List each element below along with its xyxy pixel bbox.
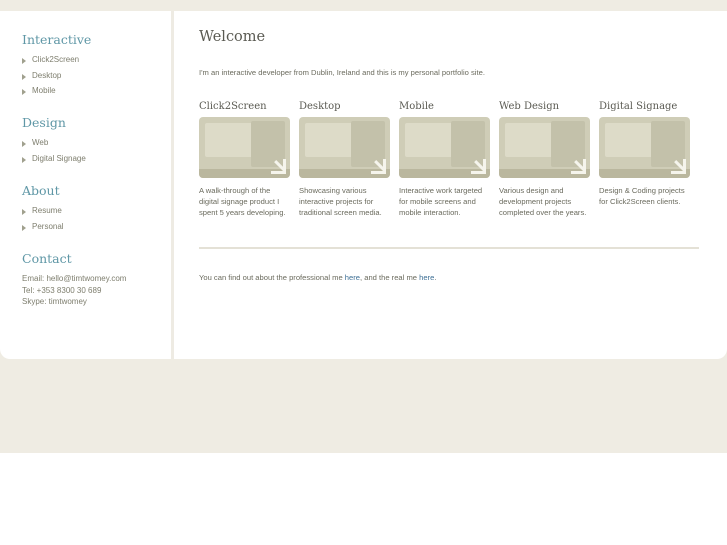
project-description: Showcasing various interactive projects …	[299, 186, 382, 218]
personal-link[interactable]: here	[419, 273, 434, 282]
project-description: A walk-through of the digital signage pr…	[199, 186, 286, 218]
project-title[interactable]: Digital Signage	[599, 101, 691, 112]
arrow-down-right-icon	[571, 159, 586, 174]
arrow-down-right-icon	[671, 159, 686, 174]
triangle-right-icon	[22, 156, 26, 163]
page-title: Welcome	[199, 29, 266, 45]
section-title-about: About	[22, 183, 60, 198]
contact-skype: Skype: timtwomey	[22, 297, 87, 306]
triangle-right-icon	[22, 58, 26, 65]
nav-list-about: Resume Personal	[22, 203, 64, 234]
triangle-right-icon	[22, 89, 26, 96]
triangle-right-icon	[22, 141, 26, 148]
project-title[interactable]: Mobile	[399, 101, 491, 112]
content-card: Interactive Click2Screen Desktop Mobile …	[0, 11, 727, 359]
sidebar-item-digital-signage[interactable]: Digital Signage	[22, 151, 86, 167]
project-digital-signage: Digital Signage Design & Coding projects…	[599, 101, 691, 207]
arrow-down-right-icon	[371, 159, 386, 174]
sidebar-item-desktop[interactable]: Desktop	[22, 68, 79, 84]
project-thumbnail[interactable]	[199, 117, 290, 178]
project-title[interactable]: Desktop	[299, 101, 391, 112]
project-description: Interactive work targeted for mobile scr…	[399, 186, 483, 218]
section-title-interactive: Interactive	[22, 32, 92, 47]
project-thumbnail[interactable]	[599, 117, 690, 178]
project-thumbnail[interactable]	[299, 117, 390, 178]
project-web-design: Web Design Various design and developmen…	[499, 101, 591, 219]
project-description: Design & Coding projects for Click2Scree…	[599, 186, 685, 207]
sidebar-item-resume[interactable]: Resume	[22, 203, 64, 219]
sidebar-item-personal[interactable]: Personal	[22, 219, 64, 235]
main-content: Welcome I'm an interactive developer fro…	[177, 11, 727, 359]
contact-phone: Tel: +353 8300 30 689	[22, 285, 102, 295]
footer-text: You can find out about the professional …	[199, 273, 437, 282]
section-title-contact: Contact	[22, 251, 72, 266]
project-click2screen: Click2Screen A walk-through of the digit…	[199, 101, 291, 219]
nav-list-design: Web Digital Signage	[22, 135, 86, 166]
divider	[199, 247, 699, 249]
project-title[interactable]: Web Design	[499, 101, 591, 112]
arrow-down-right-icon	[471, 159, 486, 174]
sidebar-item-click2screen[interactable]: Click2Screen	[22, 52, 79, 68]
contact-email: Email: hello@timtwomey.com	[22, 274, 127, 283]
contact-details: Email: hello@timtwomey.com Tel: +353 830…	[22, 273, 126, 308]
triangle-right-icon	[22, 73, 26, 80]
project-thumbnail[interactable]	[399, 117, 490, 178]
project-description: Various design and development projects …	[499, 186, 587, 218]
project-title[interactable]: Click2Screen	[199, 101, 291, 112]
intro-text: I'm an interactive developer from Dublin…	[199, 68, 485, 77]
nav-list-interactive: Click2Screen Desktop Mobile	[22, 52, 79, 99]
arrow-down-right-icon	[271, 159, 286, 174]
section-title-design: Design	[22, 115, 66, 130]
triangle-right-icon	[22, 224, 26, 231]
sidebar-item-web[interactable]: Web	[22, 135, 86, 151]
project-thumbnail[interactable]	[499, 117, 590, 178]
professional-link[interactable]: here	[345, 273, 360, 282]
project-desktop: Desktop Showcasing various interactive p…	[299, 101, 391, 219]
sidebar-item-mobile[interactable]: Mobile	[22, 83, 79, 99]
triangle-right-icon	[22, 209, 26, 216]
sidebar: Interactive Click2Screen Desktop Mobile …	[0, 11, 174, 359]
project-mobile: Mobile Interactive work targeted for mob…	[399, 101, 491, 219]
